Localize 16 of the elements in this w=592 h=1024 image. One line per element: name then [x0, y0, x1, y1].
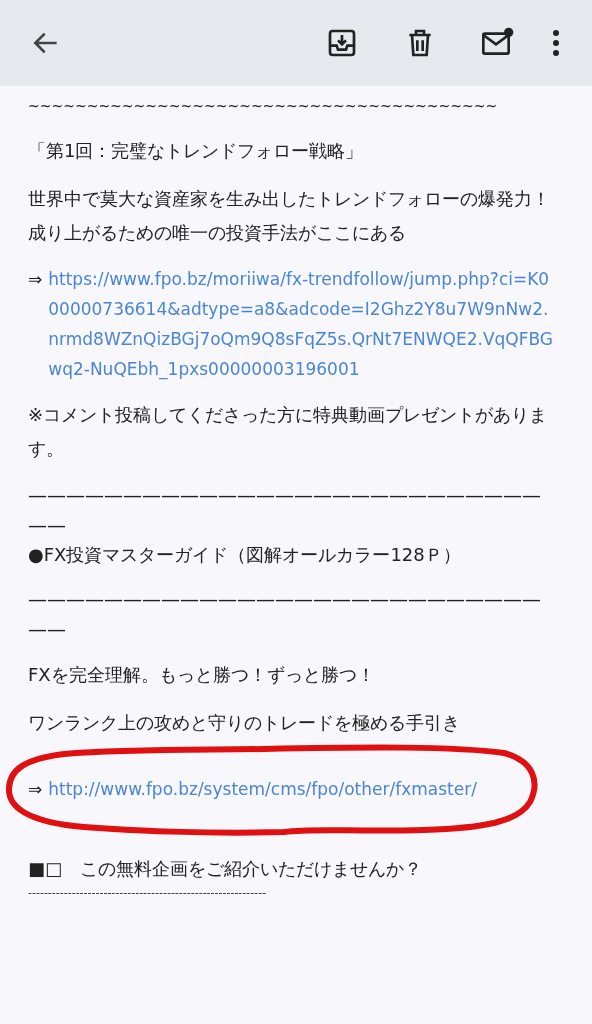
link[interactable]: https://www.fpo.bz/moriiwa/fx-trendfollow/jump.php?ci=K000000736614&adtype=a8&adcode=I2Ghz2Y8u7W9nNw2.nrmd8WZnQizBGj7oQm9Q8sFqZ5s.QrNt7ENWQE2.VqQFBGwq2-NuQEbh_1pxs00000003196001	[48, 264, 558, 384]
body-text: FXを完全理解。もっと勝つ！ずっと勝つ！	[28, 663, 376, 687]
divider-text: —————————————————————————————	[28, 483, 542, 538]
divider-text: —————————————————————————————	[28, 587, 542, 642]
body-text: 世界中で莫大な資産家を生み出したトレンドフォローの爆発力！	[28, 187, 551, 211]
body-text: ※コメント投稿してくださった方に特典動画プレゼントがあります。	[28, 403, 549, 461]
arrow-text: ⇒	[28, 778, 43, 801]
divider-text: ------------------------------------------------------------	[28, 886, 268, 900]
body-text: ワンランク上の攻めと守りのトレードを極める手引き	[28, 711, 461, 735]
arrow-text: ⇒	[28, 268, 43, 291]
body-text: 成り上がるための唯一の投資手法がここにある	[28, 221, 407, 245]
link[interactable]: http://www.fpo.bz/system/cms/fpo/other/fxmaster/	[48, 774, 477, 804]
body-text: 「第1回：完璧なトレンドフォロー戦略」	[28, 139, 365, 163]
section-heading: ●FX投資マスターガイド（図解オールカラー128Ｐ）	[28, 543, 462, 567]
divider-text: ~~~~~~~~~~~~~~~~~~~~~~~~~~~~~~~~~~~~~~~~	[28, 97, 499, 116]
body-text: ■□ この無料企画をご紹介いただけませんか？	[28, 857, 423, 881]
